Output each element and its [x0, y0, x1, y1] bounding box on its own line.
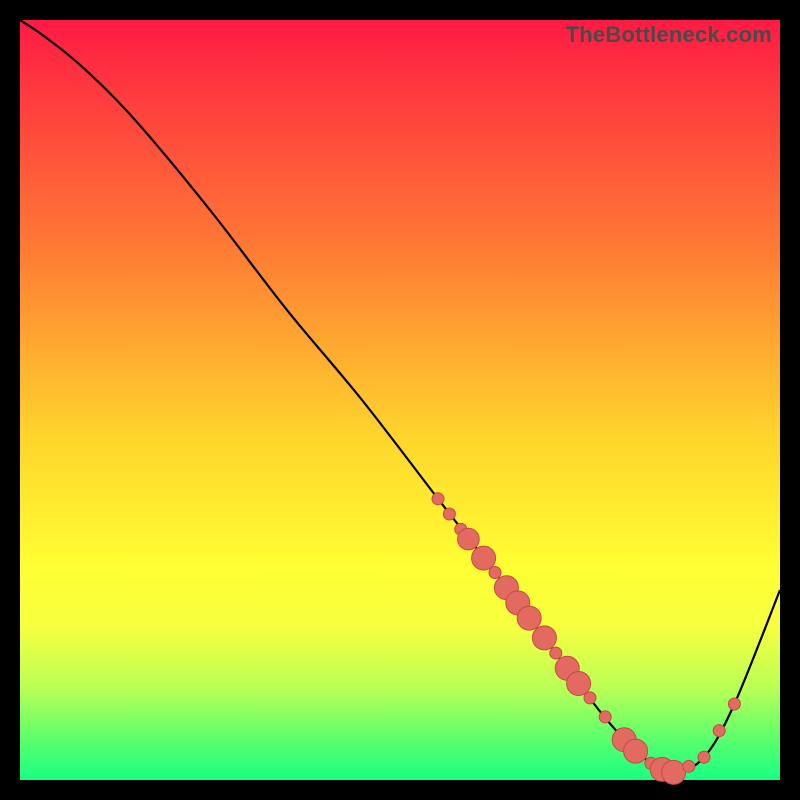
curve-marker	[489, 567, 501, 579]
curve-marker	[517, 606, 541, 630]
plot-area	[20, 20, 780, 780]
bottleneck-curve	[20, 20, 780, 772]
curve-marker	[443, 508, 455, 520]
curve-layer	[20, 20, 780, 780]
curve-marker	[683, 760, 695, 772]
curve-marker	[728, 698, 740, 710]
curve-marker	[698, 751, 710, 763]
curve-marker	[662, 760, 686, 784]
curve-marker	[550, 647, 562, 659]
curve-marker	[584, 692, 596, 704]
chart-frame: TheBottleneck.com	[20, 20, 780, 780]
curve-marker	[624, 739, 648, 763]
curve-marker	[713, 725, 725, 737]
curve-marker	[567, 671, 591, 695]
curve-marker	[532, 626, 556, 650]
curve-markers	[432, 493, 740, 785]
curve-marker	[599, 711, 611, 723]
curve-marker	[472, 546, 496, 570]
curve-marker	[432, 493, 444, 505]
watermark-text: TheBottleneck.com	[566, 22, 772, 48]
curve-marker	[458, 528, 480, 550]
